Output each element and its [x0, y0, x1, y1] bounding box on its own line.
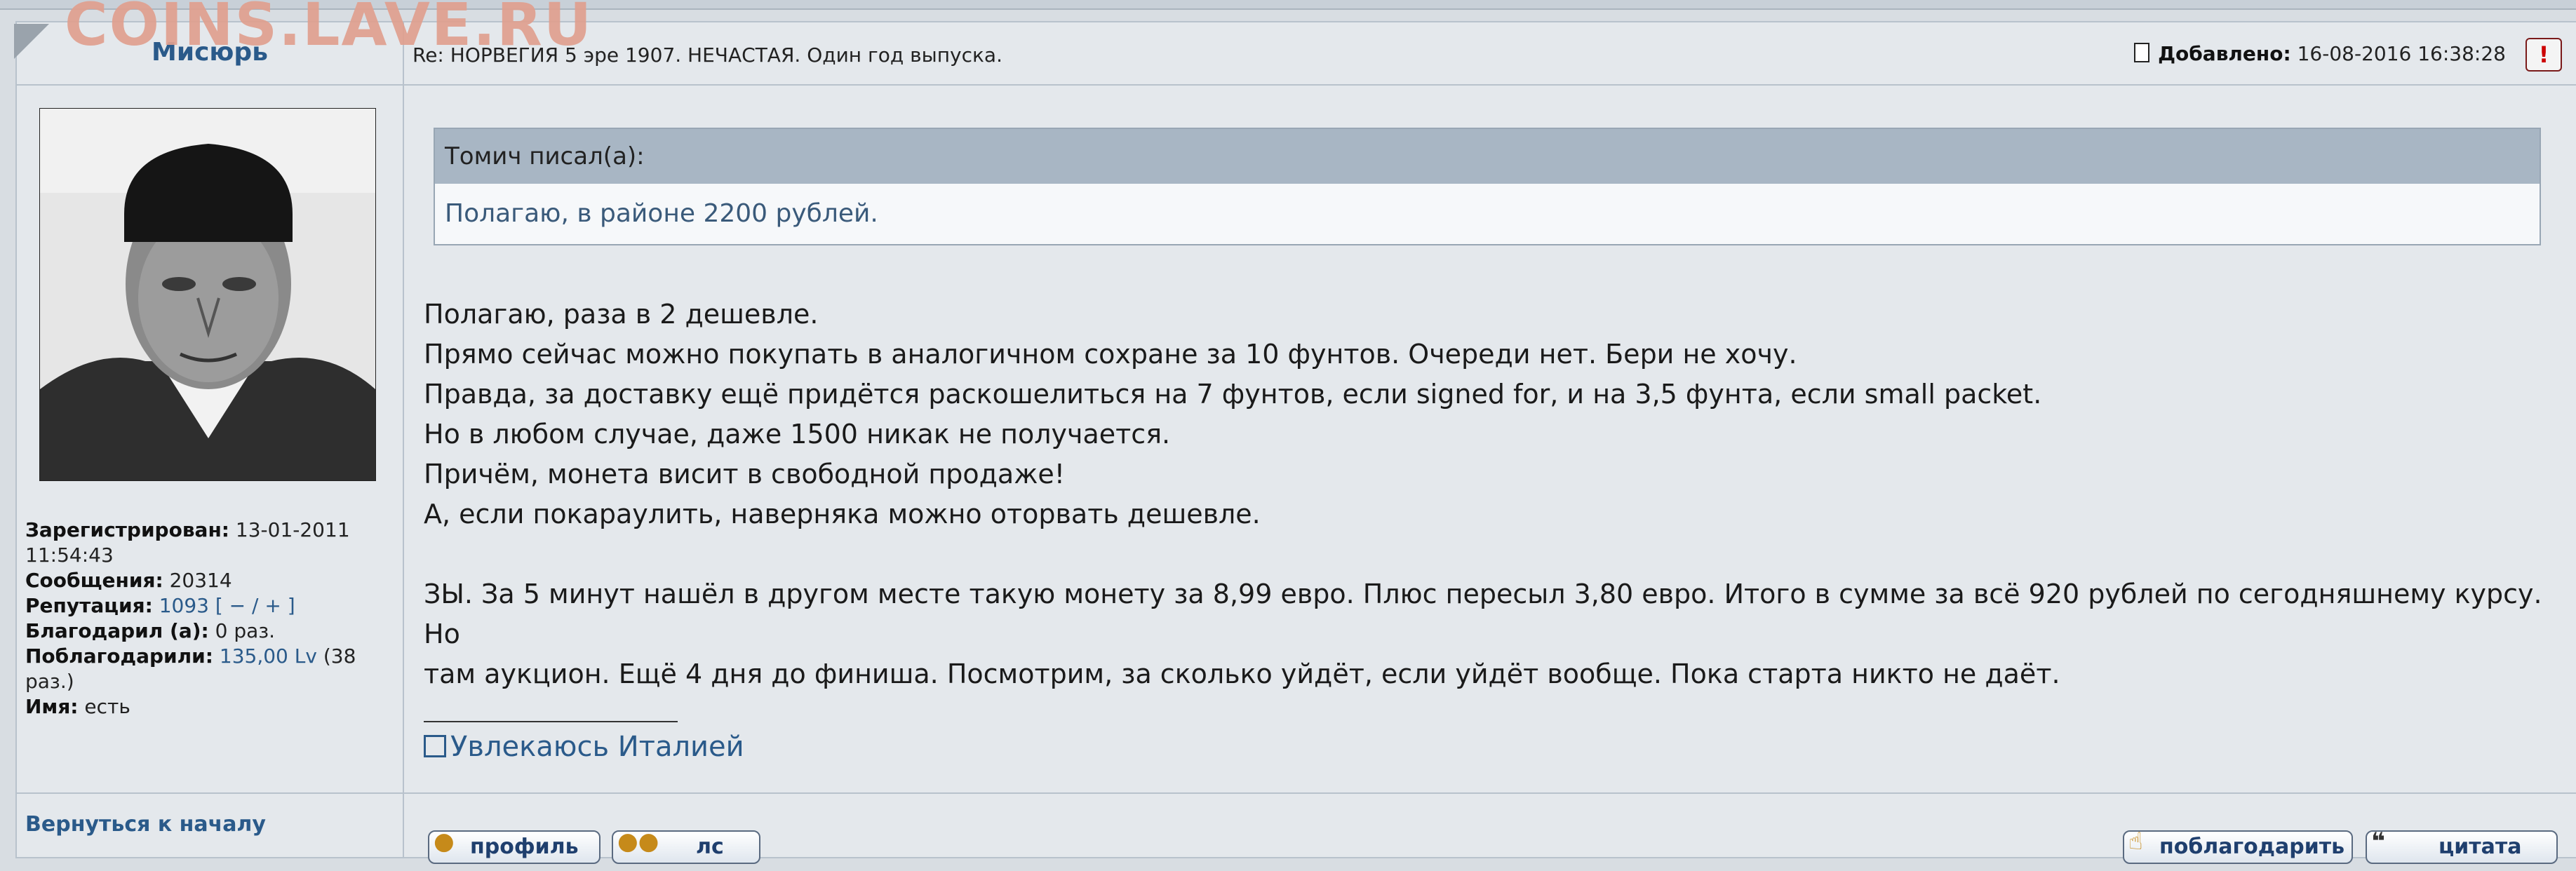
messages-value: 20314 [169, 569, 232, 592]
quote-button[interactable]: ❝ цитата [2366, 828, 2558, 864]
reputation-controls[interactable]: [ − / + ] [215, 594, 295, 617]
messages-row: Сообщения: 20314 [25, 568, 397, 593]
watermark: COINS.LAVE.RU [65, 0, 593, 59]
reputation-value[interactable]: 1093 [159, 594, 209, 617]
profile-button-label: профиль [470, 835, 579, 859]
avatar-image [40, 109, 375, 480]
thank-button-label: поблагодарить [2159, 835, 2345, 859]
thanked-label: Благодарил (а): [25, 619, 209, 642]
forum-post: Мисюрь Зарегистрирован: 13-01-2011 11:54… [15, 21, 2576, 864]
message-line [424, 534, 2556, 574]
message-line: там аукцион. Ещё 4 дня до финиша. Посмот… [424, 659, 2060, 689]
name-value: есть [84, 695, 130, 718]
external-link-icon [424, 735, 446, 757]
thanked-row: Благодарил (а): 0 раз. [25, 619, 397, 644]
users-icon: ●● [617, 828, 659, 856]
profile-button[interactable]: ● профиль [428, 828, 601, 864]
footer-divider [17, 792, 2576, 794]
pm-button-label: лс [696, 835, 724, 859]
message-line: ЗЫ. За 5 минут нашёл в другом месте таку… [424, 579, 2542, 649]
signature-text: Увлекаюсь Италией [450, 731, 744, 763]
header-divider [17, 84, 2576, 86]
thanked-by-row: Поблагодарили: 135,00 Lv (38 раз.) [25, 644, 397, 694]
thanked-value: 0 раз. [215, 619, 276, 642]
thank-button[interactable]: ☝ поблагодарить [2123, 828, 2353, 864]
author-profile: Зарегистрирован: 13-01-2011 11:54:43 Соо… [25, 518, 397, 720]
added-value: 16-08-2016 16:38:28 [2297, 42, 2506, 65]
message-line: Правда, за доставку ещё придётся раскоше… [424, 379, 2042, 410]
quote-button-label: цитата [2439, 835, 2522, 859]
name-row: Имя: есть [25, 694, 397, 720]
message-line: Но в любом случае, даже 1500 никак не по… [424, 419, 1171, 450]
message-line: Полагаю, раза в 2 дешевле. [424, 299, 819, 330]
signature-divider [424, 721, 678, 722]
pm-button[interactable]: ●● лс [612, 828, 760, 864]
thanked-by-label: Поблагодарили: [25, 644, 213, 668]
thanked-by-value[interactable]: 135,00 Lv [220, 644, 317, 668]
back-to-top-link[interactable]: Вернуться к началу [25, 812, 266, 837]
reputation-row: Репутация: 1093 [ − / + ] [25, 593, 397, 619]
message-line: А, если покараулить, наверняка можно ото… [424, 499, 1261, 529]
quote-text: Полагаю, в районе 2200 рублей. [435, 184, 2540, 244]
post-link-icon[interactable] [2134, 43, 2150, 62]
quote-block: Томич писал(а): Полагаю, в районе 2200 р… [434, 128, 2541, 245]
user-icon: ● [434, 828, 455, 856]
registered-label: Зарегистрирован: [25, 518, 229, 541]
registered-row: Зарегистрирован: 13-01-2011 11:54:43 [25, 518, 397, 568]
message-body: Полагаю, раза в 2 дешевле. Прямо сейчас … [424, 295, 2556, 694]
quote-header: Томич писал(а): [435, 129, 2540, 184]
avatar [39, 108, 376, 481]
added-label: Добавлено: [2158, 42, 2291, 65]
quote-bubble-icon: ❝ [2371, 828, 2385, 856]
messages-label: Сообщения: [25, 569, 163, 592]
message-line: Прямо сейчас можно покупать в аналогично… [424, 339, 1797, 370]
corner-decoration [14, 24, 49, 59]
signature-link[interactable]: Увлекаюсь Италией [424, 731, 744, 763]
post-date: Добавлено: 16-08-2016 16:38:28 [2134, 42, 2506, 65]
message-line: Причём, монета висит в свободной продаже… [424, 459, 1066, 489]
name-label: Имя: [25, 695, 79, 718]
thumbs-up-icon: ☝ [2128, 828, 2143, 856]
reputation-label: Репутация: [25, 594, 153, 617]
report-icon[interactable]: ! [2525, 38, 2562, 72]
